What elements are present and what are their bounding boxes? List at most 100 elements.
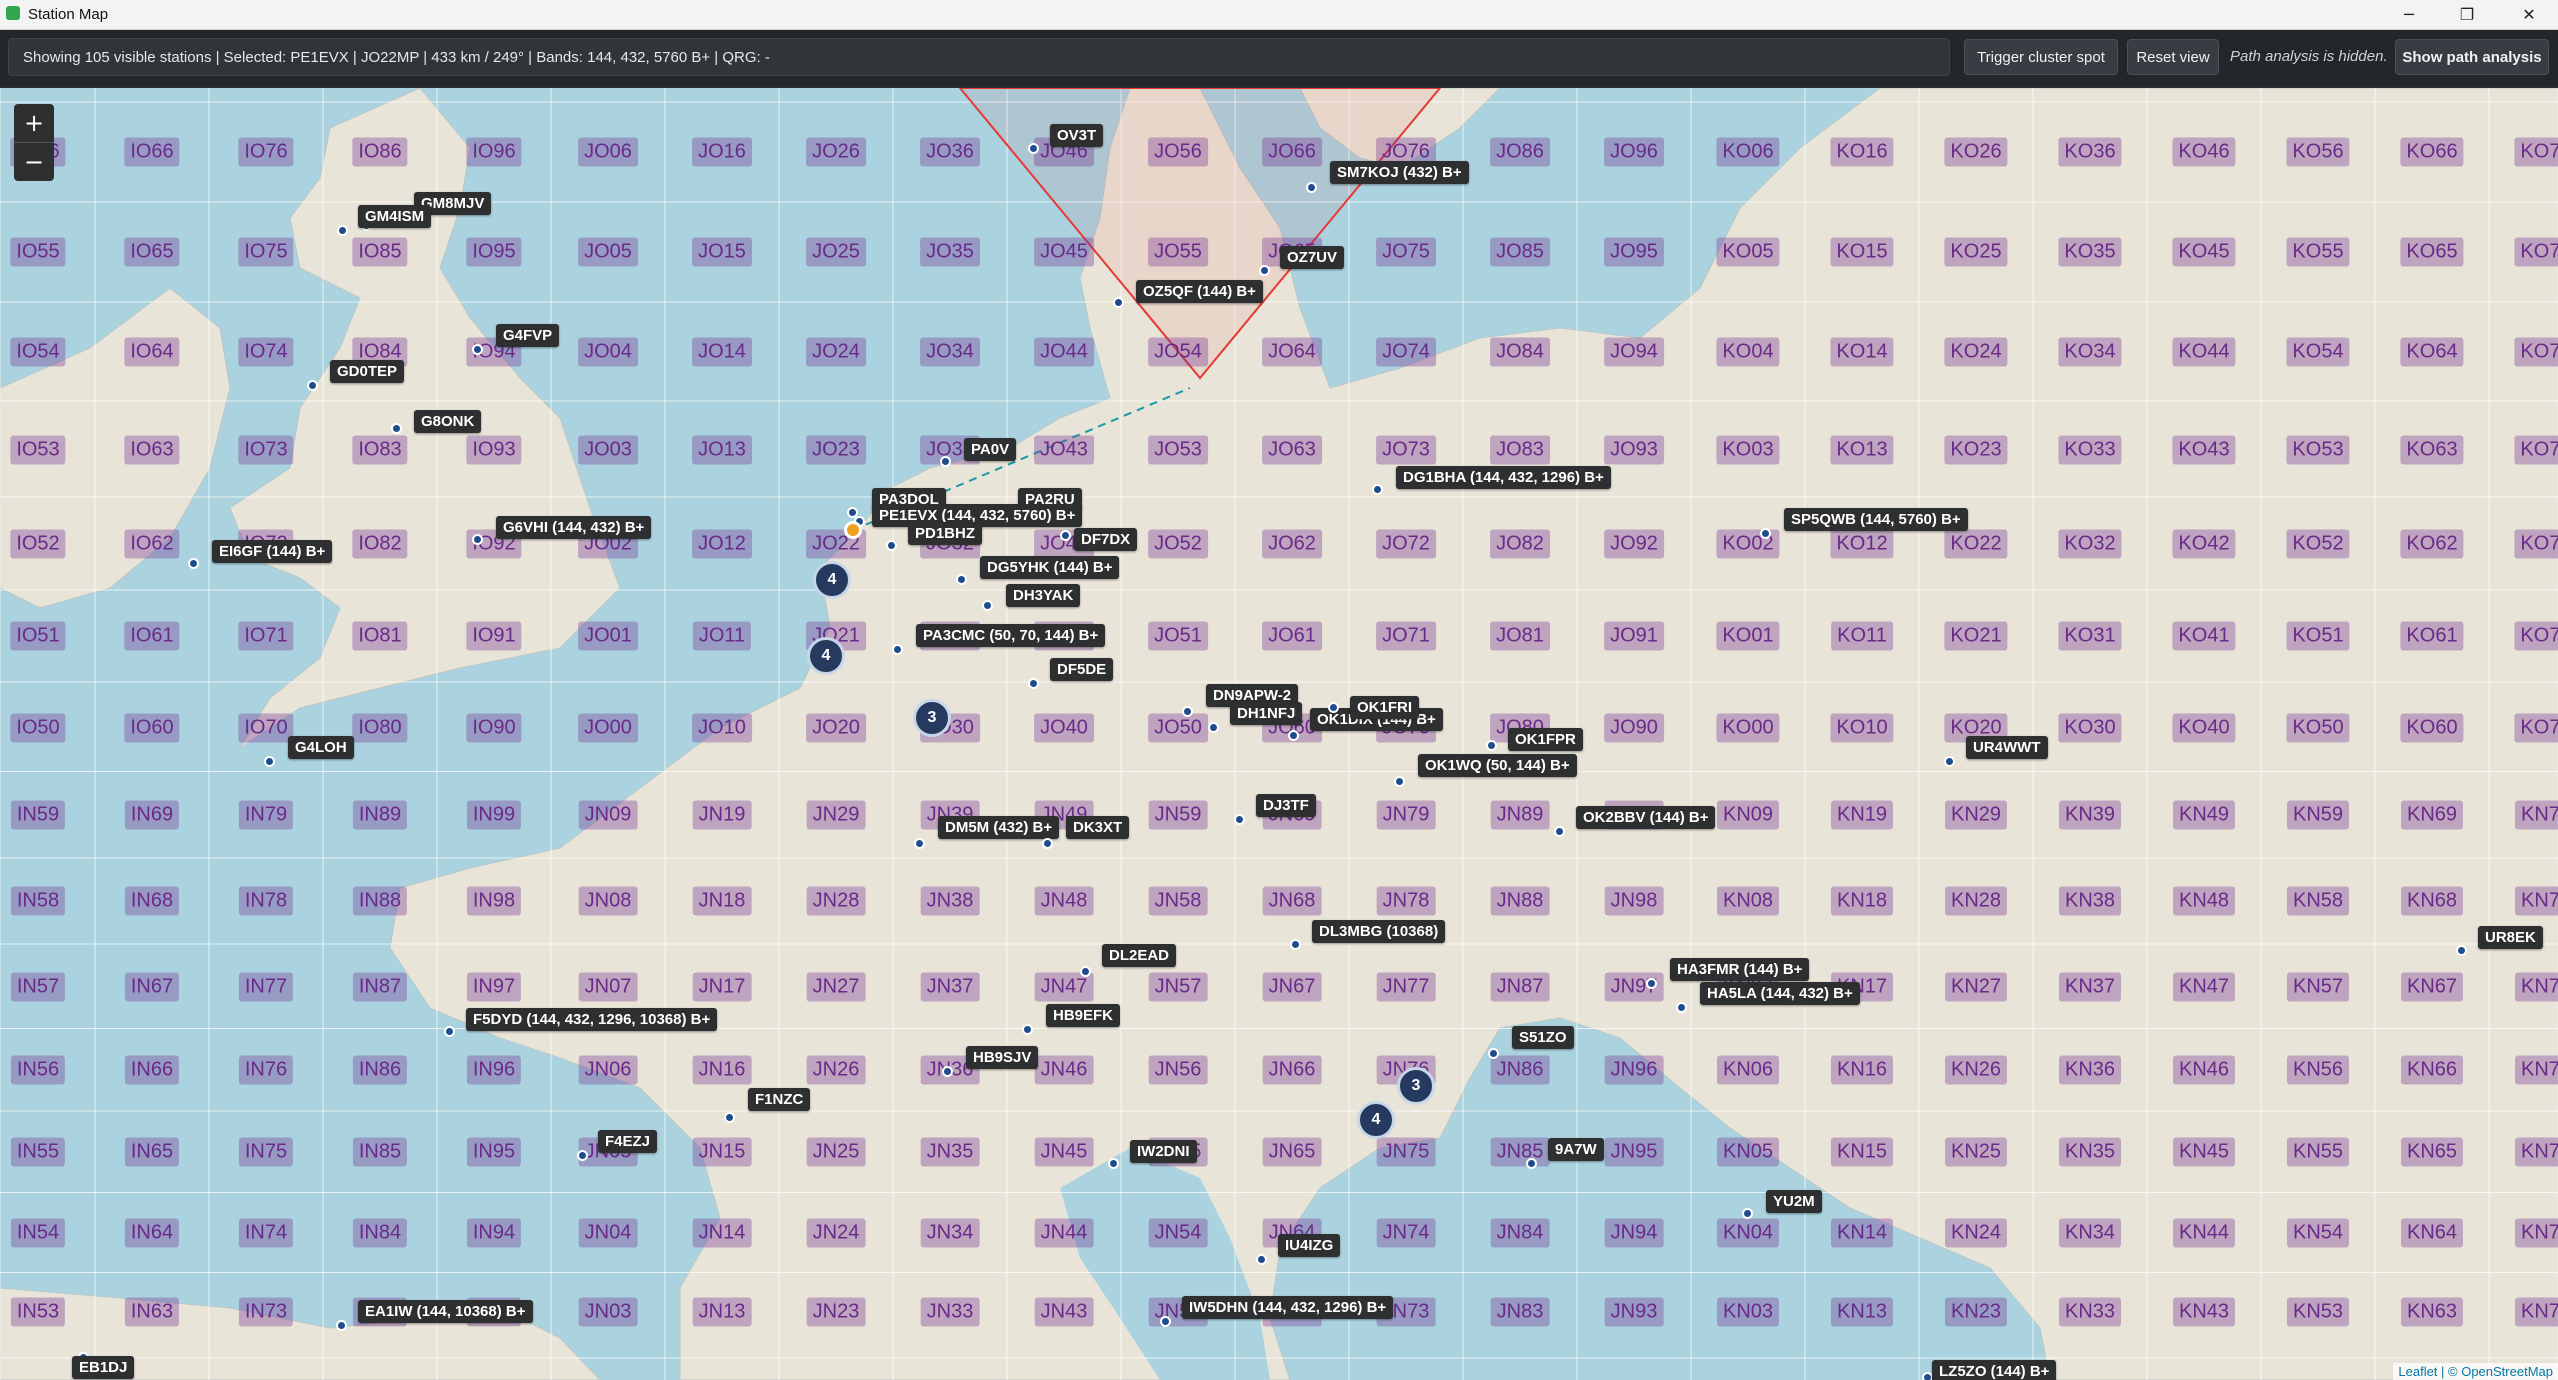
station-marker[interactable] [307,380,318,391]
station-cluster[interactable]: 4 [1357,1101,1395,1139]
station-label[interactable]: EA1IW (144, 10368) B+ [358,1300,533,1323]
station-marker[interactable] [956,574,967,585]
station-label[interactable]: F5DYD (144, 432, 1296, 10368) B+ [466,1008,718,1031]
zoom-out-button[interactable]: − [14,143,54,181]
station-label[interactable]: DH1NFJ [1230,702,1303,725]
station-marker[interactable] [1328,702,1339,713]
station-label[interactable]: PA0V [964,438,1017,461]
station-label[interactable]: EI6GF (144) B+ [212,540,333,563]
station-marker[interactable] [1742,1208,1753,1219]
station-cluster[interactable]: 4 [807,637,845,675]
station-marker[interactable] [1080,966,1091,977]
station-label[interactable]: OK1WQ (50, 144) B+ [1418,754,1577,777]
station-marker[interactable] [914,838,925,849]
station-marker[interactable] [942,1066,953,1077]
station-marker[interactable] [1042,838,1053,849]
station-marker[interactable] [1676,1002,1687,1013]
minimize-button[interactable]: ─ [2380,0,2438,29]
station-marker[interactable] [724,1112,735,1123]
station-label[interactable]: OZ7UV [1280,246,1345,269]
station-marker[interactable] [1108,1158,1119,1169]
station-marker[interactable] [1290,939,1301,950]
station-label[interactable]: HA5LA (144, 432) B+ [1700,982,1860,1005]
station-marker[interactable] [2456,945,2467,956]
station-label[interactable]: DK3XT [1066,816,1130,839]
station-label[interactable]: PD1BHZ [908,522,983,545]
station-label[interactable]: G4FVP [496,324,560,347]
station-label[interactable]: UR4WWT [1966,736,2048,759]
station-label[interactable]: G6VHI (144, 432) B+ [496,516,652,539]
station-marker[interactable] [1486,740,1497,751]
station-marker[interactable] [1554,826,1565,837]
station-marker[interactable] [444,1026,455,1037]
station-marker[interactable] [1526,1158,1537,1169]
station-cluster[interactable]: 3 [1397,1067,1435,1105]
station-marker[interactable] [1288,730,1299,741]
station-label[interactable]: DG1BHA (144, 432, 1296) B+ [1396,466,1611,489]
station-label[interactable]: GD0TEP [330,360,405,383]
station-marker[interactable] [1028,678,1039,689]
station-label[interactable]: IW5DHN (144, 432, 1296) B+ [1182,1296,1394,1319]
station-marker[interactable] [1182,706,1193,717]
station-label[interactable]: OZ5QF (144) B+ [1136,280,1263,303]
station-marker[interactable] [1646,978,1657,989]
station-label[interactable]: G8ONK [414,410,482,433]
station-label[interactable]: OK2BBV (144) B+ [1576,806,1716,829]
station-marker[interactable] [1944,756,1955,767]
station-label[interactable]: DL2EAD [1102,944,1177,967]
station-label[interactable]: F1NZC [748,1088,811,1111]
station-label[interactable]: PA3CMC (50, 70, 144) B+ [916,624,1106,647]
station-marker[interactable] [1760,528,1771,539]
station-label[interactable]: DJ3TF [1256,794,1316,817]
trigger-cluster-spot-button[interactable]: Trigger cluster spot [1964,39,2118,75]
station-marker[interactable] [1259,265,1270,276]
station-marker[interactable] [1234,814,1245,825]
station-label[interactable]: DF7DX [1074,528,1138,551]
station-marker[interactable] [1208,722,1219,733]
show-path-analysis-button[interactable]: Show path analysis [2395,39,2549,75]
station-label[interactable]: GM4ISM [358,205,432,228]
station-label[interactable]: G4LOH [288,736,354,759]
station-cluster[interactable]: 4 [813,561,851,599]
station-label[interactable]: YU2M [1766,1190,1822,1213]
station-marker[interactable] [1394,776,1405,787]
station-label[interactable]: 9A7W [1548,1138,1604,1161]
close-button[interactable]: ✕ [2500,0,2558,29]
selected-station-marker[interactable] [844,521,862,539]
station-marker[interactable] [472,534,483,545]
station-label[interactable]: OK1FRI [1350,696,1420,719]
station-marker[interactable] [1488,1048,1499,1059]
station-label[interactable]: DM5M (432) B+ [938,816,1060,839]
station-marker[interactable] [337,225,348,236]
station-marker[interactable] [1028,143,1039,154]
station-label[interactable]: DH3YAK [1006,584,1081,607]
station-label[interactable]: EB1DJ [72,1356,135,1379]
station-label[interactable]: IW2DNI [1130,1140,1197,1163]
station-marker[interactable] [1256,1254,1267,1265]
station-label[interactable]: DF5DE [1050,658,1114,681]
station-map[interactable]: IO56IO66IO76IO86IO96JO06JO16JO26JO36JO46… [0,88,2558,1380]
station-marker[interactable] [940,456,951,467]
station-label[interactable]: HB9SJV [966,1046,1039,1069]
station-label[interactable]: F4EZJ [598,1130,658,1153]
station-marker[interactable] [264,756,275,767]
station-marker[interactable] [472,344,483,355]
station-marker[interactable] [1372,484,1383,495]
station-marker[interactable] [577,1150,588,1161]
station-marker[interactable] [188,558,199,569]
station-marker[interactable] [886,540,897,551]
station-label[interactable]: SM7KOJ (432) B+ [1330,161,1469,184]
station-label[interactable]: OV3T [1050,124,1104,147]
station-marker[interactable] [1113,297,1124,308]
station-label[interactable]: DG5YHK (144) B+ [980,556,1120,579]
reset-view-button[interactable]: Reset view [2127,39,2219,75]
station-marker[interactable] [892,644,903,655]
station-marker[interactable] [1022,1024,1033,1035]
station-marker[interactable] [391,423,402,434]
station-label[interactable]: DL3MBG (10368) [1312,920,1446,943]
station-label[interactable]: HA3FMR (144) B+ [1670,958,1810,981]
map-attribution[interactable]: Leaflet | © OpenStreetMap [2393,1363,2558,1380]
station-label[interactable]: LZ5ZO (144) B+ [1932,1360,2057,1380]
station-marker[interactable] [336,1320,347,1331]
station-label[interactable]: UR8EK [2478,926,2543,949]
